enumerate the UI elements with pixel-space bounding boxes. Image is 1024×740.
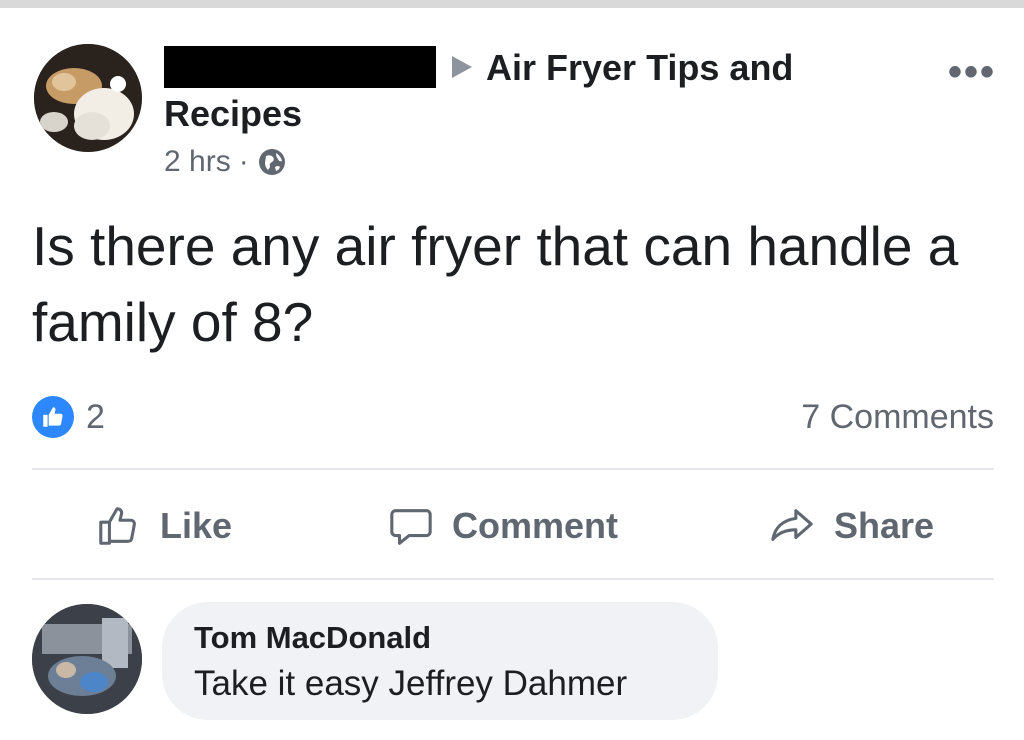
- share-arrow-icon: [768, 503, 816, 549]
- share-label: Share: [834, 505, 935, 546]
- poster-avatar[interactable]: [34, 44, 142, 152]
- top-divider: [0, 0, 1024, 8]
- breadcrumb-arrow-icon: [452, 56, 472, 78]
- comment-count[interactable]: 7 Comments: [801, 396, 994, 438]
- speech-bubble-icon: [388, 503, 434, 549]
- divider: [32, 578, 994, 580]
- like-label: Like: [160, 505, 233, 546]
- group-name-continued[interactable]: Recipes: [164, 92, 302, 136]
- post-body: Is there any air fryer that can handle a…: [32, 215, 959, 353]
- comment-author[interactable]: Tom MacDonald: [194, 618, 431, 658]
- divider: [32, 468, 994, 470]
- like-button[interactable]: Like: [96, 498, 232, 554]
- comment-label: Comment: [452, 505, 619, 546]
- thumbs-up-icon: [96, 503, 142, 549]
- globe-icon: [257, 147, 287, 177]
- post-timestamp[interactable]: 2 hrs: [164, 144, 231, 180]
- like-icon[interactable]: [32, 396, 74, 438]
- comment-text: Take it easy Jeffrey Dahmer: [194, 664, 628, 703]
- reaction-count[interactable]: 2: [86, 396, 105, 438]
- group-name[interactable]: Air Fryer Tips and: [486, 46, 793, 90]
- facebook-post: Air Fryer Tips and Recipes 2 hrs · ••• I…: [0, 0, 1024, 740]
- comment-button[interactable]: Comment: [388, 498, 618, 554]
- commenter-avatar[interactable]: [32, 604, 142, 714]
- more-options-icon[interactable]: •••: [948, 52, 996, 92]
- redacted-poster-name: [164, 46, 436, 88]
- meta-separator: ·: [238, 145, 249, 178]
- post-meta: 2 hrs ·: [164, 144, 287, 180]
- share-button[interactable]: Share: [768, 498, 934, 554]
